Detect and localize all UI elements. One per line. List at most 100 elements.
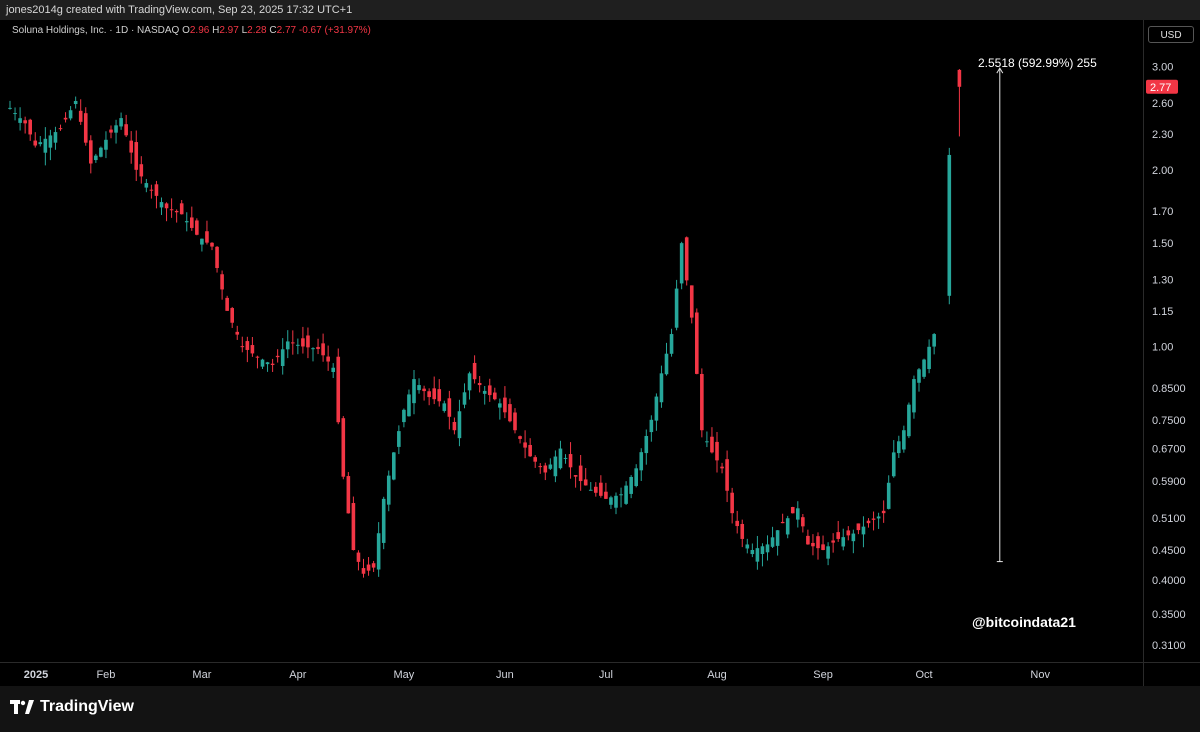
candle: [190, 206, 194, 231]
candle-body: [790, 507, 795, 514]
candle: [94, 153, 98, 163]
candle: [326, 345, 330, 371]
candle-body: [831, 540, 835, 543]
candle-body: [796, 508, 800, 520]
candle-body: [513, 412, 517, 431]
candle: [947, 147, 952, 305]
candle-body: [725, 459, 729, 491]
candle-body: [886, 482, 891, 509]
price-tick-label: 0.3500: [1152, 609, 1186, 621]
price-tick-labels: 3.403.002.602.302.001.701.501.301.151.00…: [1152, 30, 1186, 652]
candle: [63, 112, 68, 123]
candle-body: [291, 342, 295, 344]
candle: [679, 241, 684, 290]
candle-body: [902, 430, 906, 450]
candle: [301, 326, 305, 354]
candle: [215, 246, 219, 273]
candle-body: [38, 142, 43, 145]
candle: [119, 112, 123, 130]
candle: [639, 448, 644, 481]
time-tick-label: Sep: [813, 669, 833, 681]
candle-body: [275, 355, 280, 358]
candle-body: [856, 523, 861, 531]
candle: [48, 129, 53, 161]
candle: [114, 119, 118, 144]
candle-body: [452, 421, 457, 431]
candle: [861, 516, 866, 548]
time-tick-label: Aug: [707, 669, 727, 681]
candle: [816, 532, 820, 560]
candle: [386, 470, 391, 512]
candle-body: [341, 418, 346, 477]
candle-body: [891, 452, 896, 477]
candle: [695, 308, 699, 375]
candle: [493, 387, 497, 401]
candle: [109, 125, 113, 139]
candle: [33, 132, 38, 148]
candle-body: [407, 394, 411, 417]
candle-body: [457, 411, 462, 439]
candle: [285, 330, 290, 359]
candle-body: [811, 542, 815, 547]
candle: [407, 389, 411, 417]
candle-body: [649, 419, 654, 433]
candle: [760, 543, 765, 567]
candle-body: [538, 466, 543, 468]
tradingview-logo[interactable]: TradingView: [10, 698, 134, 716]
candle: [376, 522, 381, 577]
candle-body: [58, 128, 63, 130]
candle-body: [149, 189, 154, 191]
candle: [528, 438, 532, 457]
candle-body: [351, 503, 356, 551]
footer: [0, 686, 1200, 732]
candle-body: [316, 346, 320, 350]
candle: [422, 385, 426, 401]
candle: [856, 523, 861, 535]
candle-body: [533, 457, 537, 462]
candle-body: [503, 397, 507, 413]
candle: [558, 440, 563, 470]
candle: [907, 402, 911, 439]
candle: [134, 130, 139, 182]
candle-body: [614, 495, 618, 508]
candle-body: [548, 464, 553, 469]
candle-body: [826, 546, 830, 559]
candle: [730, 487, 734, 524]
candle: [811, 534, 815, 556]
candle: [891, 440, 896, 478]
price-tick-label: 3.00: [1152, 61, 1173, 73]
candle-body: [462, 392, 467, 405]
price-tick-label: 2.60: [1152, 98, 1173, 110]
candle: [866, 518, 871, 528]
candle: [836, 520, 840, 542]
candle: [629, 475, 633, 499]
candle-body: [43, 138, 48, 153]
candle-body: [179, 203, 184, 215]
candle: [331, 363, 335, 379]
candle: [548, 458, 553, 470]
candle: [144, 178, 149, 193]
candle-body: [563, 457, 568, 459]
candle-body: [442, 403, 447, 411]
candle: [432, 376, 436, 405]
candle: [200, 238, 204, 252]
currency-button[interactable]: USD: [1148, 26, 1194, 43]
candle-body: [250, 345, 255, 354]
candle: [240, 336, 245, 353]
candle: [957, 69, 962, 137]
candlestick-chart[interactable]: 3.403.002.602.302.001.701.501.301.151.00…: [0, 0, 1200, 686]
candle: [18, 107, 22, 131]
candle: [902, 425, 906, 453]
candle: [619, 487, 623, 508]
candle-body: [881, 510, 886, 514]
candle-body: [139, 164, 144, 177]
candle-body: [392, 452, 396, 480]
candle: [28, 118, 32, 141]
candle: [518, 435, 522, 444]
candle-body: [785, 518, 790, 535]
candle-body: [402, 409, 406, 423]
candle: [927, 339, 931, 374]
candle-body: [376, 533, 381, 570]
price-tick-label: 1.30: [1152, 275, 1173, 287]
candle-body: [220, 274, 224, 290]
